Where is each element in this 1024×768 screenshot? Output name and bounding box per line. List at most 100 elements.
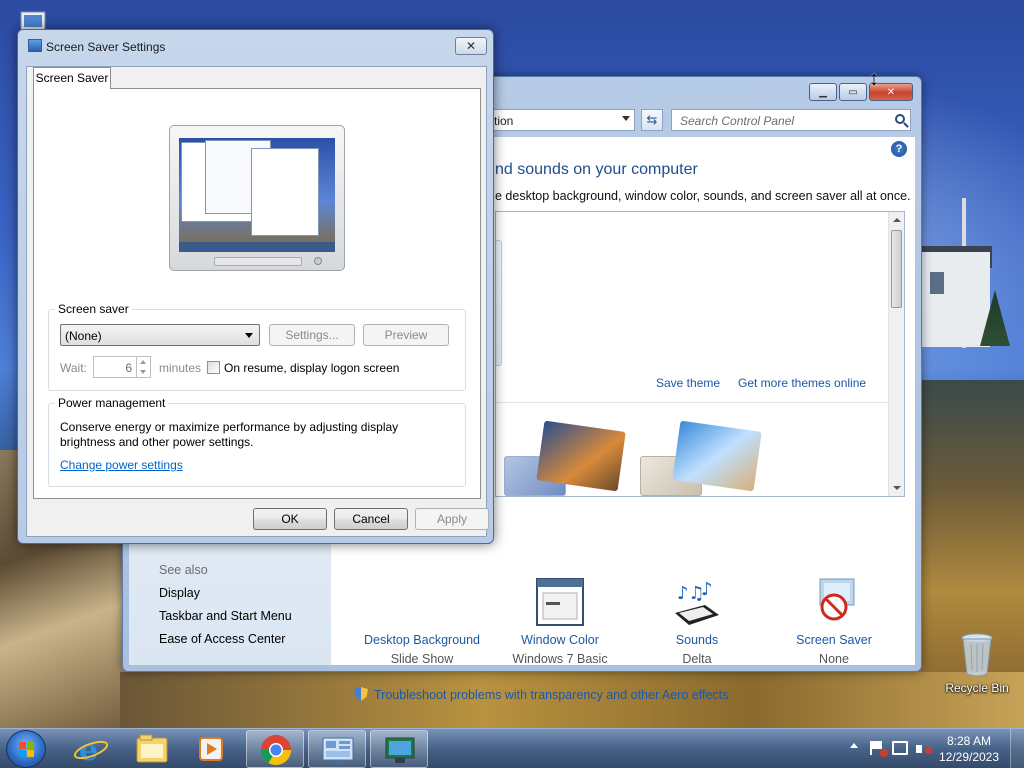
window-color-value: Windows 7 Basic [512,652,608,666]
tab-screen-saver[interactable]: Screen Saver [33,67,111,89]
maximize-button[interactable]: ▭ [839,83,867,101]
screen-saver-settings-dialog[interactable]: Screen Saver Settings ✕ Screen Saver Scr… [17,29,494,544]
recycle-bin-label: Recycle Bin [945,681,1009,695]
taskbar-file-explorer[interactable] [122,730,180,768]
search-input[interactable]: Search Control Panel [671,109,911,131]
shield-icon [354,687,368,701]
see-also-link-ease-of-access[interactable]: Ease of Access Center [159,632,285,646]
address-bar[interactable]: tion [483,109,635,131]
troubleshoot-link[interactable]: Troubleshoot problems with transparency … [354,687,728,702]
theme-selection[interactable] [496,240,502,366]
theme-thumbnail-stack [536,420,626,492]
resume-logon-label[interactable]: On resume, display logon screen [224,361,399,375]
cancel-button[interactable]: Cancel [334,508,408,530]
screen-saver-group: Screen saver (None) Settings... Preview … [48,302,466,391]
scroll-down-icon[interactable] [893,486,901,490]
refresh-button[interactable]: ⇆ [641,109,663,131]
clock-time: 8:28 AM [946,734,992,748]
screen-saver-settings-icon [385,737,415,763]
power-management-group: Power management Conserve energy or maxi… [48,396,466,487]
recycle-bin[interactable]: Recycle Bin [940,630,1014,695]
see-also-link-taskbar[interactable]: Taskbar and Start Menu [159,609,292,623]
taskbar-chrome[interactable] [246,730,304,768]
window-color-item[interactable]: Window Color Windows 7 Basic [495,577,625,666]
save-theme-link[interactable]: Save theme [656,376,720,390]
screen-saver-select[interactable]: (None) [60,324,260,346]
address-text: tion [494,114,514,128]
recycle-bin-icon [961,633,993,677]
page-title: nd sounds on your computer [495,161,698,178]
screen-saver-icon [28,39,42,52]
ok-button[interactable]: OK [253,508,327,530]
window-controls: ▁ ▭ ✕ [809,83,913,101]
chevron-down-icon [245,333,253,338]
close-icon: ✕ [465,39,477,53]
desktop-background-item[interactable]: Desktop Background Slide Show [357,577,487,666]
start-button[interactable] [6,730,46,768]
minimize-icon: ▁ [819,86,827,98]
preview-button[interactable]: Preview [363,324,449,346]
screen-saver-item[interactable]: Screen Saver None [769,577,899,666]
themes-scrollbar[interactable] [888,212,904,496]
power-management-text: Conserve energy or maximize performance … [60,420,399,449]
theme-thumbnail-stack [672,420,762,492]
windows-logo-icon [19,742,35,758]
settings-button[interactable]: Settings... [269,324,355,346]
minimize-button[interactable]: ▁ [809,83,837,101]
screen-saver-select-value: (None) [65,329,102,343]
window-color-label[interactable]: Window Color [495,633,625,647]
clock-date: 12/29/2023 [938,750,1000,764]
scroll-up-icon[interactable] [893,218,901,222]
control-panel-icon [322,737,354,764]
wait-label: Wait: [60,361,87,375]
screen-saver-label[interactable]: Screen Saver [769,633,899,647]
tab-panel: Screen saver (None) Settings... Preview … [33,88,481,499]
sounds-value: Delta [682,652,712,666]
taskbar-media-player[interactable] [182,730,240,768]
dialog-title: Screen Saver Settings [46,40,166,54]
file-explorer-icon [136,734,168,763]
get-more-themes-link[interactable]: Get more themes online [738,376,866,390]
apply-button[interactable]: Apply [415,508,489,530]
network-icon[interactable] [892,741,908,755]
desktop-background-label[interactable]: Desktop Background [357,633,487,647]
change-power-settings-link[interactable]: Change power settings [60,458,183,472]
divider [496,402,888,403]
see-also-link-display[interactable]: Display [159,586,200,600]
action-center-flag-icon[interactable] [870,741,888,757]
taskbar-screen-saver-settings[interactable] [370,730,428,768]
sounds-icon: ♪♫ ♪ [671,577,723,629]
taskbar-internet-explorer[interactable]: e [62,730,120,768]
close-button[interactable]: ✕ [455,37,487,55]
chevron-down-icon[interactable] [622,116,630,121]
chrome-icon [261,735,291,766]
monitor-preview [169,125,345,271]
show-desktop-button[interactable] [1010,729,1024,768]
taskbar-control-panel[interactable] [308,730,366,768]
preview-screen [179,138,335,252]
wait-value: 6 [125,361,132,375]
stepper-arrows-icon[interactable] [136,357,150,377]
screen-saver-value: None [819,652,849,666]
chevron-up-icon[interactable] [850,743,858,748]
troubleshoot-label[interactable]: Troubleshoot problems with transparency … [374,688,728,702]
desktop-background-value: Slide Show [390,652,454,666]
scrollbar-thumb[interactable] [891,230,902,308]
internet-explorer-icon: e [73,733,109,768]
themes-list[interactable]: Save theme Get more themes online [495,211,905,497]
search-icon[interactable] [895,114,905,124]
sounds-label[interactable]: Sounds [632,633,762,647]
help-icon[interactable]: ? [891,141,907,157]
resume-logon-checkbox[interactable] [207,361,220,374]
maximize-icon: ▭ [848,86,858,98]
see-also-heading: See also [159,563,208,577]
media-player-icon [199,737,223,761]
landscape-photos-icon [396,577,448,629]
sounds-item[interactable]: ♪♫ ♪ Sounds Delta [632,577,762,666]
power-management-label: Power management [55,396,169,410]
volume-muted-icon[interactable] [916,741,932,757]
clock[interactable]: 8:28 AM 12/29/2023 [934,733,1004,765]
refresh-icon: ⇆ [646,112,658,127]
wait-minutes-stepper[interactable]: 6 [93,356,151,378]
monitor-bar [214,257,302,266]
